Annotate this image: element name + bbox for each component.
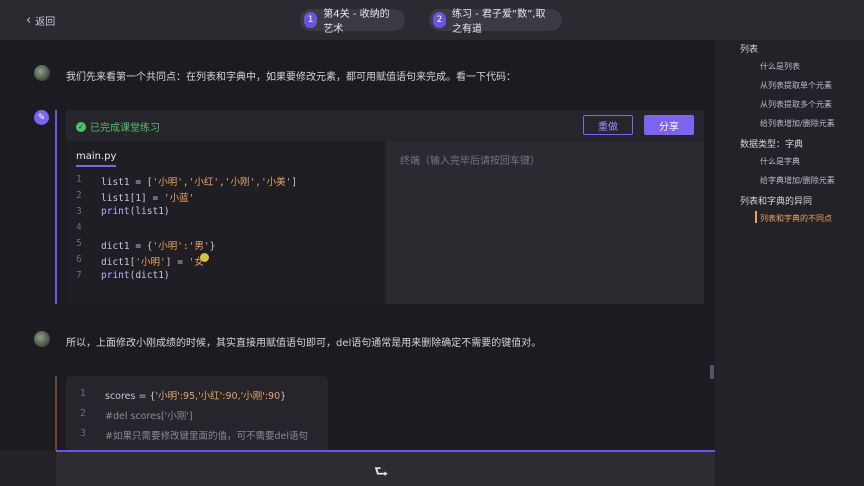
code-text: (list1) <box>129 206 170 217</box>
toc-section[interactable]: 数据类型：字典 <box>740 137 803 150</box>
code-editor[interactable]: main.py 1 list1 = ['小明','小红','小刚','小美'] 2… <box>66 141 385 304</box>
file-tab[interactable]: main.py <box>76 151 117 167</box>
lesson-message: 我们先来看第一个共同点：在列表和字典中，如果要修改元素，都可用赋值语句来完成。看… <box>66 72 516 83</box>
code-text: ] = <box>165 257 189 268</box>
redo-button[interactable]: 重做 <box>583 115 633 135</box>
exercise-marker <box>55 110 57 304</box>
code-text: list1[1] = <box>101 193 164 204</box>
avatar <box>34 65 50 81</box>
code-line: 7 print(dict1) <box>76 270 297 286</box>
exercise-card: ✓ 已完成课堂练习 重做 分享 main.py 1 list1 = ['小明','… <box>66 110 704 304</box>
exercise-header: ✓ 已完成课堂练习 重做 分享 <box>66 110 704 140</box>
code-lines: 1 list1 = ['小明','小红','小刚','小美'] 2 list1[1]… <box>76 174 297 286</box>
toc-item[interactable]: 什么是字典 <box>760 156 800 167</box>
toc-active-indicator <box>755 211 757 223</box>
toc-section[interactable]: 列表和字典的异同 <box>740 194 812 207</box>
code-line: 2 list1[1] = '小蓝' <box>76 190 297 206</box>
code-string: '小明' <box>135 257 166 268</box>
line-number: 1 <box>80 388 87 399</box>
line-number: 3 <box>76 206 82 217</box>
back-button[interactable]: ‹ 返回 <box>26 12 56 29</box>
code-line: 5 dict1 = {'小明':'男'} <box>76 238 297 254</box>
code-comment: #del scores['小刚'] <box>105 411 193 422</box>
code-string: '小蓝' <box>163 193 195 204</box>
line-number: 5 <box>76 238 82 249</box>
code-text: dict1 = { <box>101 241 153 252</box>
line-number: 7 <box>76 270 82 281</box>
step-label: 第4关 - 收纳的艺术 <box>323 9 390 35</box>
toc-item[interactable]: 从列表提取单个元素 <box>760 80 832 91</box>
step-number: 2 <box>433 12 446 28</box>
return-arrow-icon[interactable]: ⮑ <box>374 461 388 486</box>
completed-status: ✓ 已完成课堂练习 <box>76 119 160 134</box>
code-line: 4 <box>76 222 297 238</box>
code-line: 3 print(list1) <box>76 206 297 222</box>
line-number: 2 <box>80 408 87 419</box>
step-tab-1[interactable]: 1 第4关 - 收纳的艺术 <box>300 9 405 35</box>
lesson-message: 所以，上面修改小刚成绩的时候，其实直接用赋值语句即可，del语句通常是用来删除确… <box>66 338 542 349</box>
code-string: '小明':95,'小红':90,'小刚':90 <box>155 391 281 402</box>
code-line: 2 #del scores['小刚'] <box>80 408 308 428</box>
code-function: print <box>101 206 130 217</box>
completed-label: 已完成课堂练习 <box>90 123 160 134</box>
code-snippet-card: 1 scores = {'小明':95,'小红':90,'小刚':90} 2 #de… <box>66 376 328 450</box>
code-line: 1 list1 = ['小明','小红','小刚','小美'] <box>76 174 297 190</box>
share-button[interactable]: 分享 <box>644 115 694 135</box>
step-tab-2[interactable]: 2 练习 - 君子爱“数”,取之有道 <box>429 9 562 35</box>
line-number: 6 <box>76 254 82 265</box>
line-number: 2 <box>76 190 82 201</box>
avatar <box>34 331 50 347</box>
code-text: list1 = [ <box>101 177 153 188</box>
code-string: '小明','小红','小刚','小美' <box>152 177 292 188</box>
toc-item[interactable]: 给列表增加/删除元素 <box>760 118 835 129</box>
code-line: 6 dict1['小明'] = '女' <box>76 254 297 270</box>
code-text: } <box>280 391 287 402</box>
code-comment: #如果只需要修改键里面的值，可不需要del语句 <box>105 431 308 442</box>
toc-item-active[interactable]: 列表和字典的不同点 <box>760 213 832 224</box>
check-circle-icon: ✓ <box>76 121 86 132</box>
table-of-contents: 列表 什么是列表 从列表提取单个元素 从列表提取多个元素 给列表增加/删除元素 … <box>715 40 864 486</box>
bottom-bar: ⮑ <box>56 450 715 486</box>
toc-item[interactable]: 给字典增加/删除元素 <box>760 175 835 186</box>
code-text: (dict1) <box>129 270 170 281</box>
snippet-lines: 1 scores = {'小明':95,'小红':90,'小刚':90} 2 #de… <box>80 388 308 448</box>
lightbulb-icon[interactable] <box>200 253 209 262</box>
chevron-left-icon: ‹ <box>26 12 32 28</box>
code-text: ] <box>291 177 298 188</box>
code-text: } <box>209 241 216 252</box>
code-line: 1 scores = {'小明':95,'小红':90,'小刚':90} <box>80 388 308 408</box>
line-number: 3 <box>80 428 87 439</box>
step-number: 1 <box>304 12 318 28</box>
code-line: 3 #如果只需要修改键里面的值，可不需要del语句 <box>80 428 308 448</box>
snippet-marker <box>55 376 57 450</box>
terminal-placeholder: 终端（输入完毕后请按回车键） <box>400 156 540 167</box>
toc-section[interactable]: 列表 <box>740 42 758 55</box>
line-number: 1 <box>76 174 82 185</box>
code-text: dict1[ <box>101 257 136 268</box>
step-label: 练习 - 君子爱“数”,取之有道 <box>451 9 546 35</box>
code-text: scores = { <box>105 391 156 402</box>
scrollbar-thumb[interactable] <box>710 365 714 379</box>
code-string: '小明':'男' <box>152 241 210 252</box>
lesson-content[interactable]: 我们先来看第一个共同点：在列表和字典中，如果要修改元素，都可用赋值语句来完成。看… <box>0 40 715 450</box>
terminal-panel[interactable]: 终端（输入完毕后请按回车键） <box>386 141 704 304</box>
toc-item[interactable]: 从列表提取多个元素 <box>760 99 832 110</box>
back-label: 返回 <box>35 17 56 28</box>
code-function: print <box>101 270 130 281</box>
toc-item[interactable]: 什么是列表 <box>760 61 800 72</box>
line-number: 4 <box>76 222 82 233</box>
pencil-icon: ✎ <box>34 110 49 125</box>
top-bar: ‹ 返回 1 第4关 - 收纳的艺术 2 练习 - 君子爱“数”,取之有道 <box>0 0 864 40</box>
